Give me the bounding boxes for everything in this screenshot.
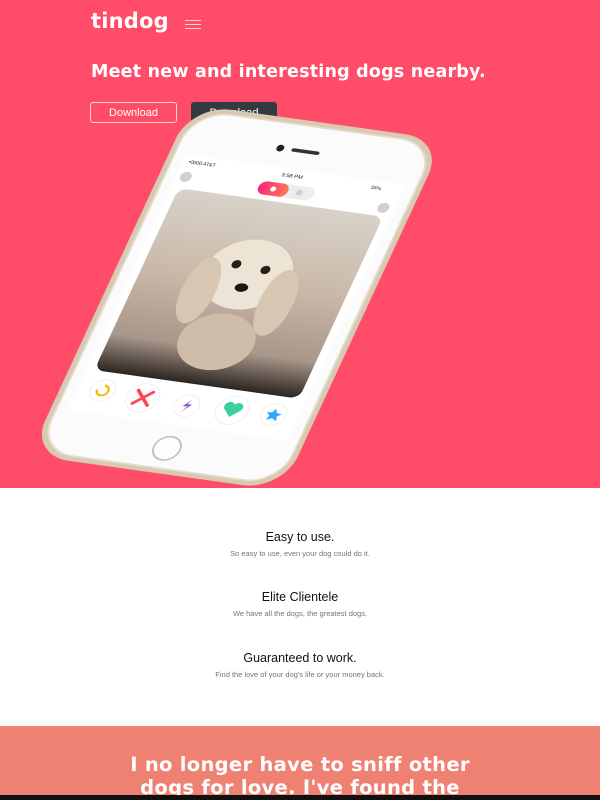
bottom-bar: [0, 795, 600, 800]
feature-title: Easy to use.: [265, 530, 335, 544]
phone-mockup: •0000 AT&T 5:58 PM 55%: [41, 109, 432, 486]
feature-elite-clientele: Elite Clientele We have all the dogs, th…: [0, 590, 600, 618]
feature-description: Find the love of your dog's life or your…: [215, 670, 385, 679]
testimonial-section: I no longer have to sniff other dogs for…: [0, 726, 600, 800]
feature-easy-to-use: Easy to use. So easy to use, even your d…: [0, 530, 600, 558]
testimonial-quote: I no longer have to sniff other dogs for…: [0, 753, 600, 799]
features-section: Easy to use. So easy to use, even your d…: [0, 488, 600, 726]
feature-guaranteed: Guaranteed to work. Find the love of you…: [0, 651, 600, 679]
feature-description: We have all the dogs, the greatest dogs.: [232, 609, 368, 618]
feature-title: Elite Clientele: [261, 590, 339, 604]
quote-line: I no longer have to sniff other: [130, 753, 470, 776]
feature-description: So easy to use, even your dog could do i…: [230, 549, 370, 558]
feature-title: Guaranteed to work.: [243, 651, 357, 665]
hero-section: tindog Meet new and interesting dogs nea…: [0, 0, 600, 488]
